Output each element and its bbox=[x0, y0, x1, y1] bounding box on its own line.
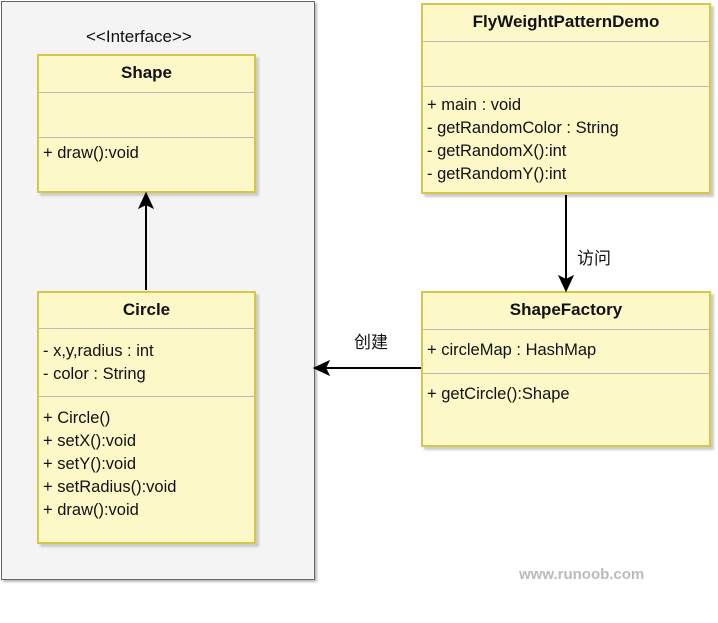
arrowhead bbox=[557, 274, 575, 293]
connectors bbox=[137, 191, 575, 377]
visit-label: 访问 bbox=[577, 249, 611, 268]
create-label: 创建 bbox=[354, 333, 388, 352]
arrowhead bbox=[312, 359, 331, 377]
arrowhead bbox=[137, 191, 155, 210]
watermark: www.runoob.com bbox=[519, 566, 645, 583]
